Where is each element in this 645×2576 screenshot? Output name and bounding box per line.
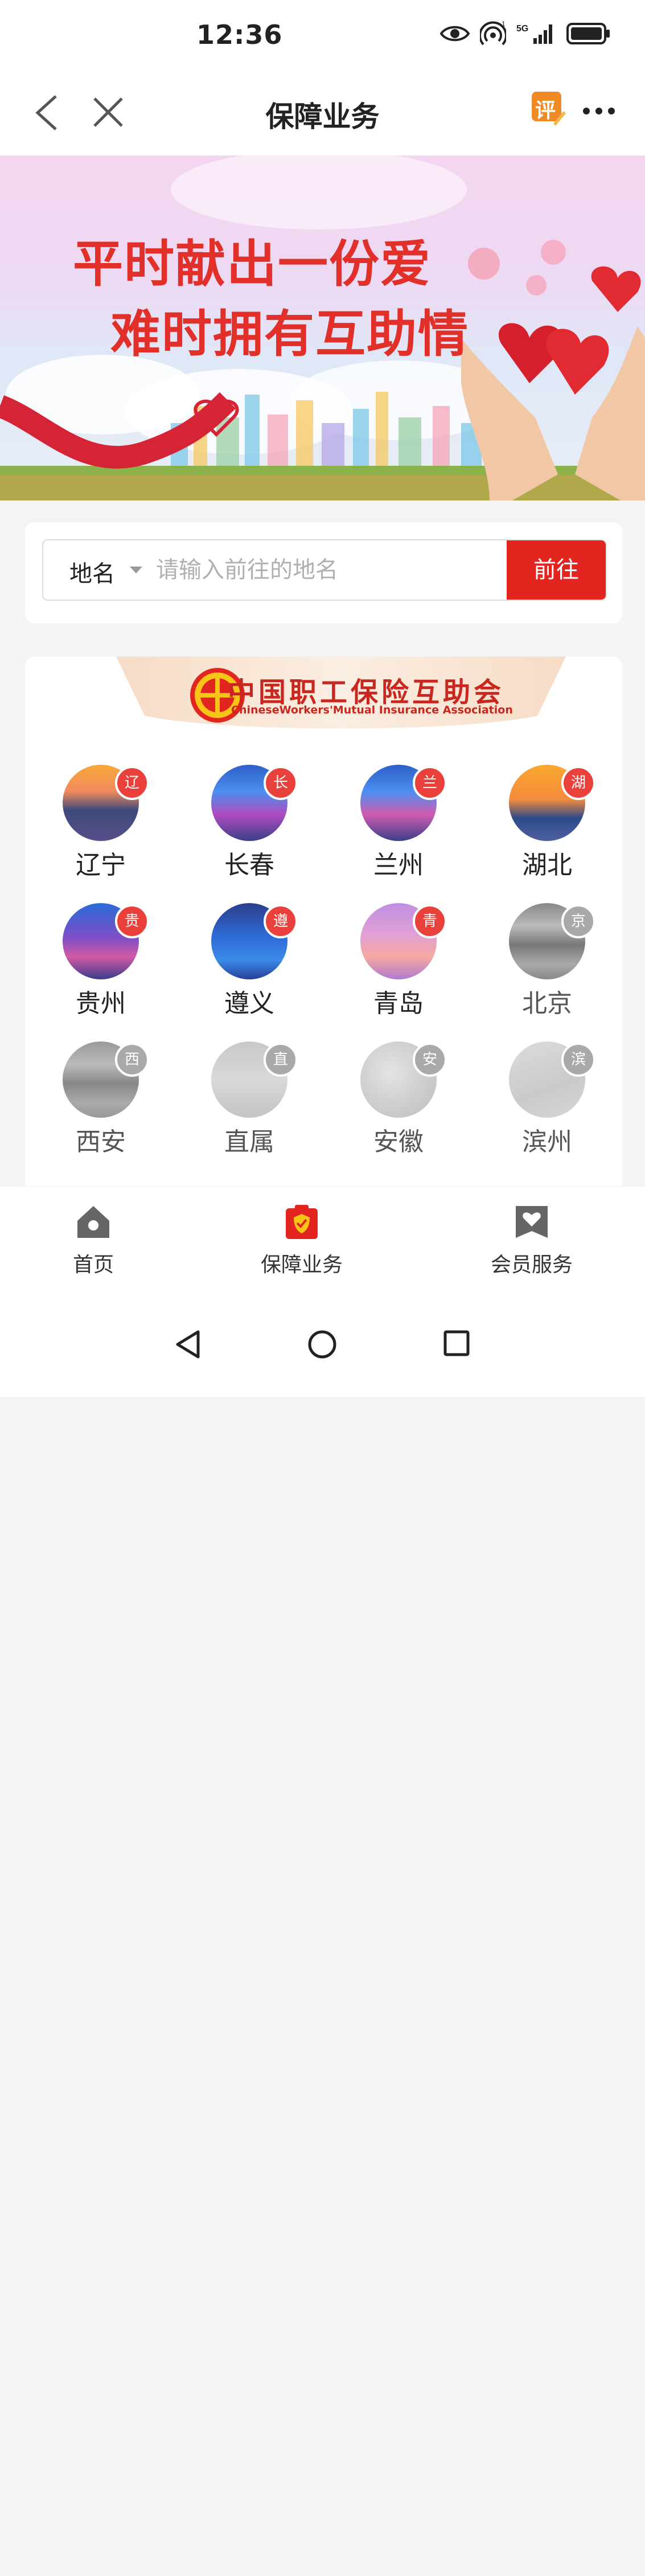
place-type-select[interactable]: 地名 (69, 555, 115, 588)
region-label: 兰州 (373, 851, 424, 880)
signal-icon: 5G (516, 24, 552, 44)
region-badge: 京 (561, 904, 595, 938)
banner-line-1: 平时献出一份爱 (73, 235, 432, 293)
svg-text:5G: 5G (516, 24, 528, 34)
caret-down-icon[interactable] (130, 567, 142, 573)
region-label: 滨州 (522, 1127, 572, 1156)
go-button[interactable]: 前往 (507, 540, 606, 600)
region-label: 辽宁 (76, 851, 126, 880)
region-badge: 湖 (561, 766, 595, 800)
association-name-en: ChineseWorkers'Mutual Insurance Associat… (231, 704, 513, 716)
region-item[interactable]: 辽辽宁 (42, 765, 156, 890)
region-label: 青岛 (373, 989, 424, 1018)
battery-icon (566, 23, 610, 44)
region-label: 西安 (76, 1127, 126, 1156)
rate-button[interactable]: 评 (531, 91, 567, 127)
back-nav-icon[interactable] (174, 1330, 202, 1359)
region-item[interactable]: 遵遵义 (191, 903, 305, 1028)
region-badge: 直 (264, 1043, 298, 1077)
tab-member[interactable]: 会员服务 (458, 1204, 606, 1278)
region-badge: 贵 (115, 904, 149, 938)
tab-member-label: 会员服务 (490, 1253, 573, 1277)
region-item[interactable]: 长长春 (191, 765, 305, 890)
tab-home[interactable]: 首页 (19, 1204, 167, 1278)
region-item[interactable]: 京北京 (488, 903, 602, 1028)
member-heart-icon (516, 1206, 548, 1238)
bottom-tab-bar: 首页 保障业务 会员服务 (0, 1186, 645, 1301)
region-badge: 西 (115, 1043, 149, 1077)
region-label: 遵义 (224, 989, 274, 1018)
region-item[interactable]: 西西安 (42, 1041, 156, 1167)
region-badge: 遵 (264, 904, 298, 938)
region-item[interactable]: 贵贵州 (42, 903, 156, 1028)
region-label: 安徽 (373, 1127, 424, 1156)
status-time: 12:36 (196, 19, 283, 50)
status-icons: 1 5G (440, 20, 611, 47)
search-card: 地名 前往 (25, 522, 622, 624)
region-item[interactable]: 直直属 (191, 1041, 305, 1167)
region-label: 长春 (224, 851, 274, 880)
shield-clipboard-icon (286, 1205, 318, 1239)
svg-text:1: 1 (502, 20, 506, 28)
region-badge: 兰 (413, 766, 447, 800)
region-label: 湖北 (522, 851, 572, 880)
tab-home-label: 首页 (72, 1253, 114, 1277)
region-badge: 辽 (115, 766, 149, 800)
region-item[interactable]: 兰兰州 (340, 765, 454, 890)
promo-banner[interactable]: 平时献出一份爱 难时拥有互助情 (0, 155, 645, 501)
region-item[interactable]: 滨滨州 (488, 1041, 602, 1167)
region-badge: 长 (264, 766, 298, 800)
region-badge: 滨 (561, 1043, 595, 1077)
banner-line-2: 难时拥有互助情 (110, 305, 470, 363)
region-item[interactable]: 安安徽 (340, 1041, 454, 1167)
tab-protection-label: 保障业务 (260, 1253, 343, 1277)
region-item[interactable]: 湖湖北 (488, 765, 602, 890)
region-badge: 青 (413, 904, 447, 938)
place-search-input[interactable] (155, 551, 482, 589)
system-nav-bar (0, 1300, 645, 1397)
region-label: 北京 (522, 989, 572, 1018)
tab-protection[interactable]: 保障业务 (228, 1204, 376, 1278)
region-badge: 安 (413, 1043, 447, 1077)
home-nav-icon[interactable] (307, 1330, 337, 1359)
title-bar: 保障业务 评 (0, 71, 645, 155)
hotspot-icon: 1 (480, 20, 506, 46)
region-item[interactable]: 青青岛 (340, 903, 454, 1028)
more-icon[interactable] (582, 105, 616, 117)
search-box: 地名 前往 (42, 539, 607, 601)
home-icon (77, 1206, 109, 1238)
eye-icon (440, 26, 470, 42)
recents-nav-icon[interactable] (443, 1330, 470, 1357)
status-bar: 12:36 1 5G (0, 0, 645, 71)
region-label: 直属 (224, 1127, 274, 1156)
rate-icon-text: 评 (535, 99, 556, 122)
region-label: 贵州 (76, 989, 126, 1018)
